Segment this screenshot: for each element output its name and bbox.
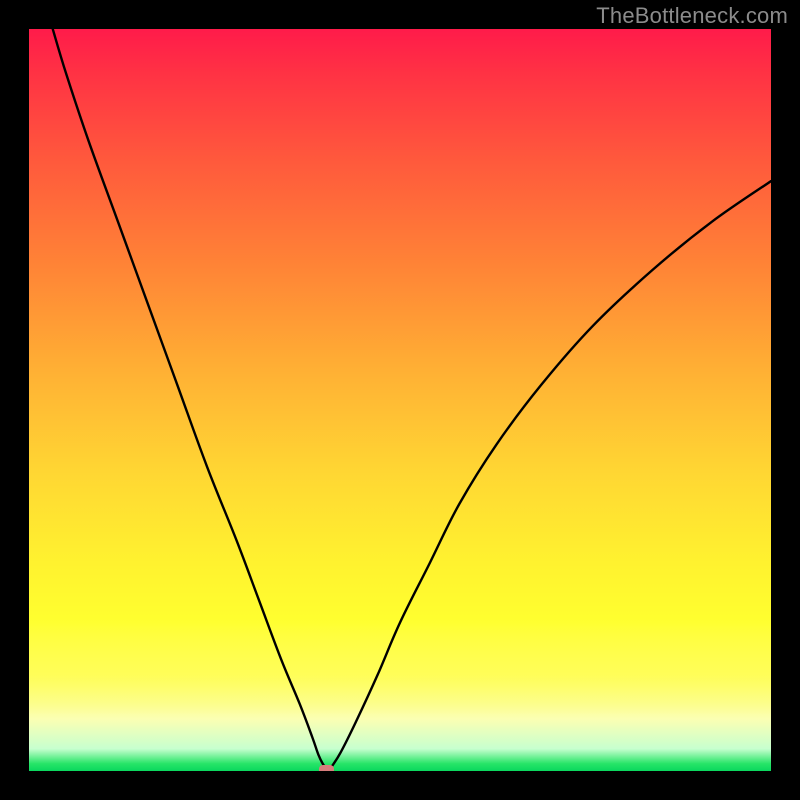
bottleneck-curve	[29, 29, 771, 771]
watermark-text: TheBottleneck.com	[596, 3, 788, 29]
optimum-marker	[319, 765, 334, 771]
chart-frame: TheBottleneck.com	[0, 0, 800, 800]
plot-area	[29, 29, 771, 771]
